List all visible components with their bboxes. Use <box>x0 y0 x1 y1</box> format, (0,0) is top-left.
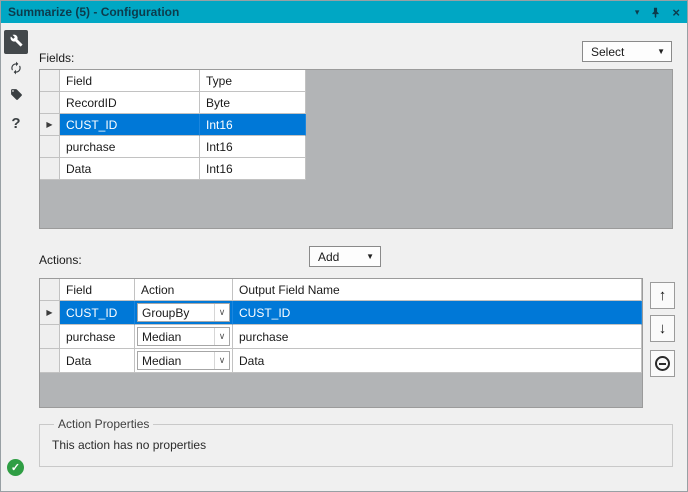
fields-panel: Field Type RecordID Byte ▶ CUST_ID Int16… <box>39 69 673 229</box>
action-dropdown-value: GroupBy <box>142 305 190 320</box>
output-field-cell: purchase <box>233 325 642 349</box>
sidebar-item-annotation[interactable] <box>4 84 28 108</box>
row-selector-cell[interactable]: ▶ <box>40 114 60 136</box>
action-properties-label: Action Properties <box>58 417 150 431</box>
title-bar: Summarize (5) - Configuration ▾ × <box>1 1 687 23</box>
window-title: Summarize (5) - Configuration <box>8 5 180 19</box>
selected-row-marker-icon: ▶ <box>46 120 53 129</box>
down-arrow-icon: ↓ <box>658 320 667 337</box>
sidebar: ? ✓ <box>1 23 31 491</box>
up-arrow-icon: ↑ <box>658 287 667 304</box>
sidebar-item-configuration[interactable] <box>4 30 28 54</box>
row-selector-cell[interactable] <box>40 325 60 349</box>
summarize-configuration-window: Summarize (5) - Configuration ▾ × ? ✓ Fi… <box>0 0 688 492</box>
output-field-cell: CUST_ID <box>233 301 642 325</box>
field-cell: CUST_ID <box>60 114 200 136</box>
actions-panel: Field Action Output Field Name ▶ CUST_ID… <box>39 278 643 408</box>
action-properties-group: Action Properties This action has no pro… <box>39 417 673 467</box>
row-selector-cell[interactable]: ▶ <box>40 301 60 325</box>
column-header-field: Field <box>60 70 200 92</box>
chevron-down-icon: ∨ <box>214 328 229 345</box>
row-selector-cell[interactable] <box>40 349 60 373</box>
chevron-down-icon: ▼ <box>657 47 665 56</box>
remove-action-button[interactable] <box>650 350 675 377</box>
action-dropdown[interactable]: Median ∨ <box>137 351 230 370</box>
column-header-field: Field <box>60 279 135 301</box>
action-dropdown-value: Median <box>142 329 182 344</box>
select-button-label: Select <box>591 44 625 59</box>
tag-icon <box>10 88 23 104</box>
row-selector-cell[interactable] <box>40 158 60 180</box>
type-cell: Byte <box>200 92 306 114</box>
actions-grid: Field Action Output Field Name ▶ CUST_ID… <box>40 279 642 373</box>
actions-row[interactable]: Data Median ∨ Data <box>40 349 642 373</box>
action-field-cell: Data <box>60 349 135 373</box>
field-cell: Data <box>60 158 200 180</box>
minus-circle-icon <box>655 356 670 371</box>
fields-grid-header: Field Type <box>40 70 306 92</box>
output-field-cell: Data <box>233 349 642 373</box>
question-icon: ? <box>11 114 21 132</box>
fields-label: Fields: <box>39 51 75 65</box>
chevron-down-icon: ▼ <box>366 252 374 261</box>
action-field-cell: purchase <box>60 325 135 349</box>
circular-arrows-icon <box>9 61 23 78</box>
row-selector-cell[interactable] <box>40 136 60 158</box>
action-dropdown[interactable]: GroupBy ∨ <box>137 303 230 322</box>
chevron-down-icon: ∨ <box>214 352 229 369</box>
close-icon[interactable]: × <box>672 6 680 19</box>
sidebar-item-help[interactable]: ? <box>4 111 28 135</box>
action-properties-message: This action has no properties <box>52 438 207 452</box>
action-field-cell: CUST_ID <box>60 301 135 325</box>
type-cell: Int16 <box>200 114 306 136</box>
title-bar-icons: ▾ × <box>635 6 680 19</box>
type-cell: Int16 <box>200 158 306 180</box>
fields-row[interactable]: purchase Int16 <box>40 136 306 158</box>
add-button-label: Add <box>318 249 340 264</box>
action-cell: Median ∨ <box>135 325 233 349</box>
sidebar-item-refresh[interactable] <box>4 57 28 81</box>
fields-row[interactable]: Data Int16 <box>40 158 306 180</box>
fields-grid: Field Type RecordID Byte ▶ CUST_ID Int16… <box>40 70 306 180</box>
fields-row[interactable]: RecordID Byte <box>40 92 306 114</box>
move-up-button[interactable]: ↑ <box>650 282 675 309</box>
action-cell: GroupBy ∨ <box>135 301 233 325</box>
row-selector-header <box>40 279 60 301</box>
field-cell: purchase <box>60 136 200 158</box>
action-dropdown[interactable]: Median ∨ <box>137 327 230 346</box>
check-glyph: ✓ <box>10 462 21 474</box>
actions-row[interactable]: ▶ CUST_ID GroupBy ∨ CUST_ID <box>40 301 642 325</box>
chevron-down-icon[interactable]: ▾ <box>635 7 640 17</box>
select-dropdown-button[interactable]: Select ▼ <box>582 41 672 62</box>
wrench-icon <box>10 34 23 50</box>
row-selector-cell[interactable] <box>40 92 60 114</box>
add-dropdown-button[interactable]: Add ▼ <box>309 246 381 267</box>
field-cell: RecordID <box>60 92 200 114</box>
actions-row[interactable]: purchase Median ∨ purchase <box>40 325 642 349</box>
move-down-button[interactable]: ↓ <box>650 315 675 342</box>
fields-row[interactable]: ▶ CUST_ID Int16 <box>40 114 306 136</box>
actions-label: Actions: <box>39 253 82 267</box>
column-header-type: Type <box>200 70 306 92</box>
row-selector-header <box>40 70 60 92</box>
action-cell: Median ∨ <box>135 349 233 373</box>
chevron-down-icon: ∨ <box>214 304 229 321</box>
pin-icon[interactable] <box>650 7 661 18</box>
action-dropdown-value: Median <box>142 353 182 368</box>
selected-row-marker-icon: ▶ <box>46 308 53 317</box>
type-cell: Int16 <box>200 136 306 158</box>
check-circle-icon: ✓ <box>7 459 24 476</box>
column-header-action: Action <box>135 279 233 301</box>
actions-grid-header: Field Action Output Field Name <box>40 279 642 301</box>
column-header-output-field-name: Output Field Name <box>233 279 642 301</box>
